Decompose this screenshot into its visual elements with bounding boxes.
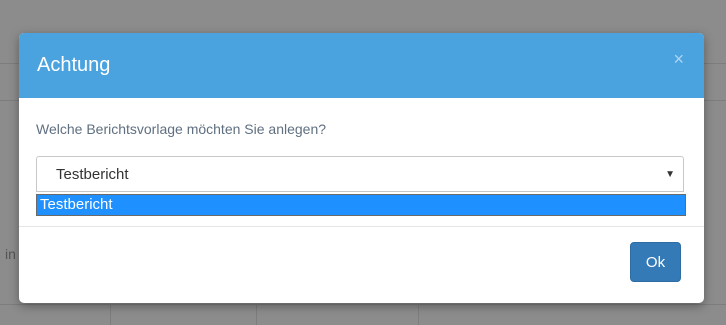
ok-button[interactable]: Ok xyxy=(630,242,681,282)
select-option[interactable]: Testbericht xyxy=(40,196,113,214)
dialog-title: Achtung xyxy=(37,54,111,76)
background-divider xyxy=(0,304,726,305)
dialog-prompt: Welche Berichtsvorlage möchten Sie anleg… xyxy=(36,121,327,137)
background-divider xyxy=(418,304,419,325)
footer-divider xyxy=(19,226,704,227)
chevron-down-icon: ▼ xyxy=(665,169,675,180)
select-value: Testbericht xyxy=(56,166,129,183)
dialog: Achtung × Welche Berichtsvorlage möchten… xyxy=(19,33,704,303)
select-dropdown-list: Testbericht xyxy=(36,194,686,216)
background-partial-text: in xyxy=(5,246,16,262)
template-select[interactable]: Testbericht ▼ xyxy=(36,156,684,192)
background-divider xyxy=(256,304,257,325)
dialog-header: Achtung × xyxy=(19,33,704,98)
close-icon[interactable]: × xyxy=(673,49,684,69)
background-divider xyxy=(110,304,111,325)
